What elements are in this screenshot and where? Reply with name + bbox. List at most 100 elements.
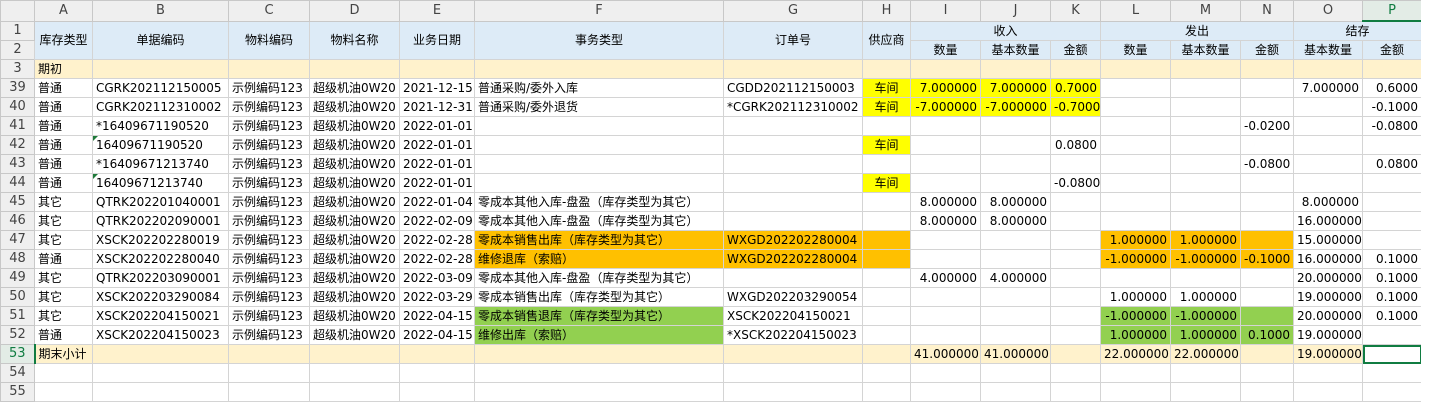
cell-G[interactable]: CGDD202112150003 xyxy=(723,78,863,98)
header-cell-B[interactable]: 单据编码 xyxy=(92,20,229,60)
cell-A[interactable]: 普通 xyxy=(34,78,93,98)
row-header[interactable]: 47 xyxy=(0,230,35,250)
cell-N[interactable] xyxy=(1240,382,1294,402)
cell-N[interactable] xyxy=(1240,230,1294,250)
cell-D[interactable]: 超级机油0W20 xyxy=(309,287,400,307)
cell-G[interactable] xyxy=(723,192,863,212)
cell[interactable] xyxy=(980,59,1051,79)
cell-K[interactable] xyxy=(1050,287,1101,307)
cell-G[interactable] xyxy=(723,382,863,402)
cell-M[interactable]: -1.000000 xyxy=(1170,249,1241,269)
cell-B[interactable]: XSCK202202280019 xyxy=(92,230,229,250)
cell-L[interactable]: -1.000000 xyxy=(1100,249,1171,269)
cell-F[interactable] xyxy=(474,382,724,402)
cell-K[interactable]: 0.0800 xyxy=(1050,135,1101,155)
row-header[interactable]: 49 xyxy=(0,268,35,288)
cell-N[interactable] xyxy=(1240,268,1294,288)
cell-B[interactable] xyxy=(92,344,229,364)
cell[interactable] xyxy=(474,59,724,79)
cell[interactable] xyxy=(862,59,911,79)
cell-B[interactable]: XSCK202204150021 xyxy=(92,306,229,326)
cell-D[interactable]: 超级机油0W20 xyxy=(309,154,400,174)
cell-C[interactable] xyxy=(228,382,310,402)
row-header[interactable]: 51 xyxy=(0,306,35,326)
cell-A[interactable]: 其它 xyxy=(34,268,93,288)
cell-N[interactable]: -0.0800 xyxy=(1240,154,1294,174)
column-header-K[interactable]: K xyxy=(1050,0,1101,22)
cell-A[interactable]: 普通 xyxy=(34,135,93,155)
cell-F[interactable] xyxy=(474,363,724,383)
cell-N[interactable] xyxy=(1240,78,1294,98)
header-issue[interactable]: 发出 xyxy=(1100,20,1294,41)
cell-K[interactable]: 0.7000 xyxy=(1050,78,1101,98)
cell-I[interactable] xyxy=(910,325,981,345)
header-cell-M2[interactable]: 基本数量 xyxy=(1170,40,1241,60)
cell-B[interactable] xyxy=(92,363,229,383)
cell-P[interactable] xyxy=(1362,382,1422,402)
cell-H[interactable] xyxy=(862,249,911,269)
cell-P[interactable] xyxy=(1362,230,1422,250)
header-cell-G[interactable]: 订单号 xyxy=(723,20,863,60)
cell-K[interactable] xyxy=(1050,344,1101,364)
cell-M[interactable] xyxy=(1170,116,1241,136)
row-header[interactable]: 54 xyxy=(0,363,35,383)
cell-I[interactable]: 8.000000 xyxy=(910,211,981,231)
cell-C[interactable]: 示例编码123 xyxy=(228,287,310,307)
cell-K[interactable] xyxy=(1050,268,1101,288)
cell-G[interactable]: *CGRK202112310002 xyxy=(723,97,863,117)
cell-I[interactable]: -7.000000 xyxy=(910,97,981,117)
cell-C[interactable]: 示例编码123 xyxy=(228,78,310,98)
cell-M[interactable]: -1.000000 xyxy=(1170,306,1241,326)
cell-P[interactable]: 0.1000 xyxy=(1362,287,1422,307)
row-header[interactable]: 55 xyxy=(0,382,35,402)
cell-I[interactable] xyxy=(910,249,981,269)
cell-A[interactable] xyxy=(34,363,93,383)
cell-K[interactable] xyxy=(1050,306,1101,326)
cell-M[interactable] xyxy=(1170,211,1241,231)
cell-D[interactable]: 超级机油0W20 xyxy=(309,249,400,269)
header-cell-N2[interactable]: 金额 xyxy=(1240,40,1294,60)
cell-F[interactable] xyxy=(474,154,724,174)
row-header[interactable]: 3 xyxy=(0,59,35,79)
cell-J[interactable]: 8.000000 xyxy=(980,192,1051,212)
row-header[interactable]: 39 xyxy=(0,78,35,98)
cell-A[interactable]: 其它 xyxy=(34,230,93,250)
cell-P[interactable] xyxy=(1362,363,1422,383)
cell-B[interactable]: QTRK202203090001 xyxy=(92,268,229,288)
cell-L[interactable] xyxy=(1100,116,1171,136)
row-header[interactable]: 46 xyxy=(0,211,35,231)
cell-B[interactable]: QTRK202201040001 xyxy=(92,192,229,212)
cell-E[interactable]: 2022-01-01 xyxy=(399,116,475,136)
cell-C[interactable]: 示例编码123 xyxy=(228,97,310,117)
cell-J[interactable] xyxy=(980,135,1051,155)
cell-B[interactable]: 16409671190520 xyxy=(92,135,229,155)
cell-F[interactable]: 零成本销售退库（库存类型为其它） xyxy=(474,306,724,326)
row-header[interactable]: 50 xyxy=(0,287,35,307)
cell-K[interactable] xyxy=(1050,211,1101,231)
cell-H[interactable] xyxy=(862,325,911,345)
cell-G[interactable]: WXGD202202280004 xyxy=(723,249,863,269)
cell-L[interactable] xyxy=(1100,382,1171,402)
column-header-O[interactable]: O xyxy=(1293,0,1363,22)
cell-F[interactable]: 零成本其他入库-盘盈（库存类型为其它） xyxy=(474,268,724,288)
cell-P[interactable] xyxy=(1362,173,1422,193)
select-all-corner[interactable] xyxy=(0,0,35,22)
cell-I[interactable] xyxy=(910,287,981,307)
cell-N[interactable]: -0.1000 xyxy=(1240,249,1294,269)
header-income[interactable]: 收入 xyxy=(910,20,1101,41)
column-header-L[interactable]: L xyxy=(1100,0,1171,22)
cell-A[interactable]: 其它 xyxy=(34,306,93,326)
cell-L[interactable] xyxy=(1100,135,1171,155)
cell-A[interactable]: 普通 xyxy=(34,249,93,269)
cell-B[interactable]: *16409671190520 xyxy=(92,116,229,136)
cell-D[interactable] xyxy=(309,382,400,402)
column-header-I[interactable]: I xyxy=(910,0,981,22)
cell-C[interactable]: 示例编码123 xyxy=(228,325,310,345)
cell-J[interactable] xyxy=(980,325,1051,345)
cell-E[interactable] xyxy=(399,363,475,383)
cell-E[interactable]: 2022-01-01 xyxy=(399,173,475,193)
cell-N[interactable]: 0.1000 xyxy=(1240,325,1294,345)
cell[interactable] xyxy=(1362,59,1422,79)
column-header-D[interactable]: D xyxy=(309,0,400,22)
cell-O[interactable] xyxy=(1293,97,1363,117)
